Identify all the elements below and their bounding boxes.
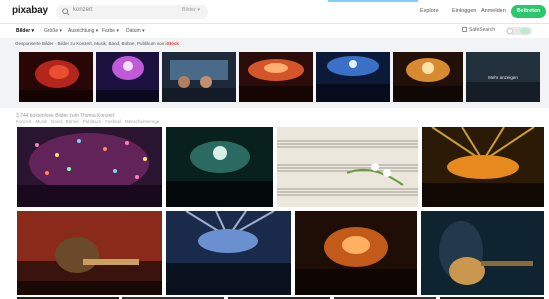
- search-type-dropdown[interactable]: Bilder ▾: [182, 7, 200, 13]
- photo-dark-stage[interactable]: [166, 127, 273, 207]
- istock-brand[interactable]: iStock: [165, 41, 179, 46]
- sponsored-text: Gesponserte Bilder · Bilder zu Konzert, …: [15, 41, 165, 46]
- photo-stage-fire[interactable]: [295, 211, 417, 295]
- nav-login[interactable]: Einloggen: [452, 8, 476, 14]
- more-label[interactable]: Mehr anzeigen: [488, 75, 518, 80]
- safesearch-checkbox[interactable]: SafeSearch: [462, 27, 495, 33]
- notification-strip: [328, 0, 418, 2]
- checkbox-icon: [462, 27, 467, 33]
- view-toggle[interactable]: [506, 27, 532, 35]
- filter-label: Farbe: [102, 28, 116, 34]
- top-bar: pixabay konzert Bilder ▾ Explore Einlogg…: [0, 0, 549, 24]
- photo-stage-lights[interactable]: [422, 127, 544, 207]
- filter-label: Ausrichtung: [68, 28, 95, 34]
- search-type-label: Bilder: [181, 7, 196, 13]
- search-input[interactable]: konzert: [73, 7, 93, 13]
- photo-confetti-crowd[interactable]: [17, 127, 162, 207]
- filter-label: Datum: [126, 28, 141, 34]
- sponsored-strip: Gesponserte Bilder · Bilder zu Konzert, …: [0, 38, 549, 108]
- photo-guitar-player[interactable]: [17, 211, 162, 295]
- photo-concert-crowd[interactable]: [166, 211, 291, 295]
- filter-date[interactable]: Datum ▾: [126, 28, 145, 34]
- filter-label: Größe: [44, 28, 59, 34]
- toggle-knob: [507, 28, 513, 34]
- filter-media-type[interactable]: Bilder ▾: [16, 28, 34, 34]
- join-button[interactable]: Beitreten: [511, 5, 546, 18]
- filter-size[interactable]: Größe ▾: [44, 28, 62, 34]
- toggle-active-indicator: [520, 28, 530, 34]
- chevron-down-icon: ▾: [197, 7, 200, 13]
- sponsored-label: Gesponserte Bilder · Bilder zu Konzert, …: [15, 41, 179, 46]
- sponsored-image[interactable]: [239, 52, 313, 102]
- sponsored-more-tile[interactable]: Mehr anzeigen: [466, 52, 540, 102]
- sponsored-image[interactable]: [96, 52, 159, 102]
- sponsored-image[interactable]: [162, 52, 236, 102]
- related-tags[interactable]: Konzert · Musik · Band · Bühne · Publiku…: [16, 119, 159, 124]
- sponsored-image[interactable]: [393, 52, 463, 102]
- nav-join[interactable]: Anmelden: [481, 8, 506, 14]
- sponsored-image[interactable]: [19, 52, 93, 102]
- nav-explore[interactable]: Explore: [420, 8, 439, 14]
- filter-orientation[interactable]: Ausrichtung ▾: [68, 28, 98, 34]
- filter-label: Bilder: [16, 28, 31, 34]
- filter-color[interactable]: Farbe ▾: [102, 28, 119, 34]
- search-icon[interactable]: [62, 8, 70, 16]
- pixabay-logo[interactable]: pixabay: [12, 5, 48, 16]
- filter-bar: Bilder ▾ Größe ▾ Ausrichtung ▾ Farbe ▾ D…: [0, 24, 549, 38]
- safesearch-label: SafeSearch: [469, 27, 496, 33]
- search-bar[interactable]: konzert Bilder ▾: [56, 5, 208, 19]
- photo-sheet-music[interactable]: [277, 127, 418, 207]
- photo-acoustic-guitar[interactable]: [421, 211, 544, 295]
- more-overlay: Mehr anzeigen: [466, 52, 540, 102]
- sponsored-image[interactable]: [316, 52, 390, 102]
